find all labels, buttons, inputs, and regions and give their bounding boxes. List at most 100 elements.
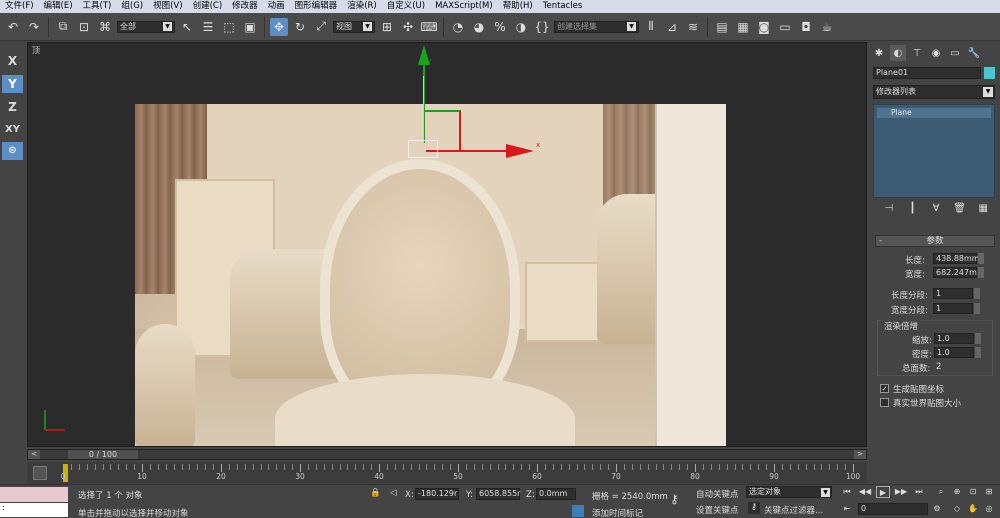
move-gizmo-x-arrow-icon[interactable] xyxy=(506,144,534,158)
zoom-extents-all-icon[interactable]: ⊞ xyxy=(982,486,996,498)
key-filters-button[interactable]: 关键点过滤器... xyxy=(764,504,823,516)
redo-icon[interactable]: ↷ xyxy=(25,18,43,36)
width-segs-field[interactable]: 1 xyxy=(933,303,973,314)
width-spinner[interactable] xyxy=(978,267,984,278)
absolute-mode-icon[interactable]: ◁ xyxy=(390,488,397,498)
track-ruler[interactable]: 0 10 20 30 40 50 60 70 80 90 100 xyxy=(61,462,863,484)
menu-views[interactable]: 视图(V) xyxy=(148,0,187,13)
width-field[interactable]: 682.247m xyxy=(933,267,977,278)
length-field[interactable]: 438.88mm xyxy=(933,253,980,264)
move-gizmo-x-axis[interactable] xyxy=(426,150,510,152)
hierarchy-tab-icon[interactable]: ⊤ xyxy=(909,45,925,61)
menu-rendering[interactable]: 渲染(R) xyxy=(342,0,382,13)
axis-xy-button[interactable]: XY xyxy=(2,121,23,139)
select-manipulate-icon[interactable]: ✣ xyxy=(399,18,417,36)
field-of-view-icon[interactable]: ◇ xyxy=(950,503,964,515)
time-slider-prev-button[interactable]: < xyxy=(28,450,40,459)
current-frame-field[interactable]: 0 xyxy=(858,503,928,515)
gen-mapping-checkbox[interactable]: ✓ xyxy=(880,384,889,393)
axis-y-button[interactable]: Y xyxy=(2,75,23,93)
menu-animation[interactable]: 动画 xyxy=(263,0,290,13)
utilities-tab-icon[interactable]: 🔧 xyxy=(966,45,982,61)
align-icon[interactable]: ⊿ xyxy=(663,18,681,36)
menu-graph-editors[interactable]: 图形编辑器 xyxy=(290,0,343,13)
go-to-end-icon[interactable]: ⏭ xyxy=(912,486,926,498)
curve-editor-icon[interactable]: ▤ xyxy=(713,18,731,36)
auto-key-button[interactable]: 自动关键点 xyxy=(696,488,739,500)
object-color-swatch[interactable] xyxy=(984,67,995,79)
bind-spacewarp-icon[interactable]: ⌘ xyxy=(96,18,114,36)
next-frame-icon[interactable]: ▶▶ xyxy=(894,486,908,498)
time-slider[interactable]: < 0 / 100 > xyxy=(27,449,867,460)
schematic-view-icon[interactable]: ▦ xyxy=(734,18,752,36)
display-tab-icon[interactable]: ▭ xyxy=(947,45,963,61)
menu-modifiers[interactable]: 修改器 xyxy=(227,0,263,13)
set-keys-icon[interactable]: ⚷ xyxy=(748,502,760,514)
show-end-result-icon[interactable]: ┃ xyxy=(905,202,919,216)
spinner-snap-icon[interactable]: ◑ xyxy=(512,18,530,36)
menu-tools[interactable]: 工具(T) xyxy=(78,0,117,13)
real-world-checkbox[interactable] xyxy=(880,398,889,407)
gizmo-center-box[interactable] xyxy=(408,140,438,158)
modify-tab-icon[interactable]: ◐ xyxy=(890,45,906,61)
named-selection-sets-dropdown[interactable]: 创建选择集 ▼ xyxy=(554,20,639,33)
edit-named-sets-icon[interactable]: {} xyxy=(533,18,551,36)
reference-coord-dropdown[interactable]: 视图 ▼ xyxy=(333,20,375,33)
axis-x-button[interactable]: X xyxy=(2,52,23,70)
zoom-icon[interactable]: ⌕ xyxy=(934,486,948,498)
length-segs-spinner[interactable] xyxy=(974,288,980,299)
menu-customize[interactable]: 自定义(U) xyxy=(382,0,430,13)
zoom-all-icon[interactable]: ⊕ xyxy=(950,486,964,498)
lock-selection-icon[interactable]: 🔒 xyxy=(370,488,381,498)
menu-help[interactable]: 帮助(H) xyxy=(498,0,538,13)
snap-magnet-icon[interactable]: ⊙ xyxy=(2,142,23,160)
stack-item-plane[interactable]: Plane xyxy=(877,108,991,118)
select-scale-icon[interactable]: ⤢ xyxy=(312,18,330,36)
set-key-button[interactable]: 设置关键点 xyxy=(696,504,739,516)
rendered-frame-icon[interactable]: ◘ xyxy=(797,18,815,36)
go-to-start-icon[interactable]: ⏮ xyxy=(840,486,854,498)
viewport-label[interactable]: 顶 xyxy=(32,45,40,56)
length-segs-field[interactable]: 1 xyxy=(933,288,973,299)
play-icon[interactable]: ▶ xyxy=(876,486,890,498)
maxscript-listener-input[interactable] xyxy=(0,487,68,502)
prev-frame-icon[interactable]: ◀◀ xyxy=(858,486,872,498)
key-mode-toggle-icon[interactable]: ⇤ xyxy=(840,503,854,515)
select-move-icon[interactable]: ✥ xyxy=(270,17,288,36)
scale-field[interactable]: 1.0 xyxy=(934,333,974,344)
select-rotate-icon[interactable]: ↻ xyxy=(291,18,309,36)
motion-tab-icon[interactable]: ◉ xyxy=(928,45,944,61)
undo-icon[interactable]: ↶ xyxy=(4,18,22,36)
open-mini-curve-editor-icon[interactable] xyxy=(33,466,47,480)
configure-sets-icon[interactable]: ▦ xyxy=(976,202,990,216)
axis-z-button[interactable]: Z xyxy=(2,98,23,116)
snap-toggle-icon[interactable]: ◔ xyxy=(449,18,467,36)
density-field[interactable]: 1.0 xyxy=(934,347,974,358)
y-coord-field[interactable]: 6058.855r xyxy=(476,488,520,500)
menu-file[interactable]: 文件(F) xyxy=(0,0,39,13)
make-unique-icon[interactable]: ∀ xyxy=(929,202,943,216)
link-icon[interactable]: ⧉ xyxy=(54,18,72,36)
time-config-icon[interactable]: ⚙ xyxy=(930,503,944,515)
track-bar[interactable]: 0 10 20 30 40 50 60 70 80 90 100 xyxy=(27,462,867,484)
length-spinner[interactable] xyxy=(978,253,984,264)
modifier-list-dropdown[interactable]: 修改器列表 ▼ xyxy=(873,85,995,99)
maxscript-output[interactable]: : xyxy=(0,503,68,517)
select-by-name-icon[interactable]: ☰ xyxy=(199,18,217,36)
percent-snap-icon[interactable]: % xyxy=(491,18,509,36)
density-spinner[interactable] xyxy=(975,347,981,358)
zoom-extents-icon[interactable]: ⊡ xyxy=(966,486,980,498)
key-mode-dropdown[interactable]: 选定对象 ▼ xyxy=(746,486,832,498)
remove-modifier-icon[interactable]: 🗑 xyxy=(953,202,967,216)
scale-spinner[interactable] xyxy=(975,333,981,344)
selection-filter-dropdown[interactable]: 全部 ▼ xyxy=(117,20,175,33)
modifier-stack[interactable]: Plane xyxy=(873,104,995,198)
width-segs-spinner[interactable] xyxy=(974,303,980,314)
x-coord-field[interactable]: -180.129r xyxy=(415,488,459,500)
menu-create[interactable]: 创建(C) xyxy=(188,0,228,13)
add-time-tag-icon[interactable] xyxy=(572,505,584,517)
pan-icon[interactable]: ✋ xyxy=(966,503,980,515)
create-tab-icon[interactable]: ✱ xyxy=(871,45,887,61)
window-crossing-icon[interactable]: ▣ xyxy=(241,18,259,36)
object-name-field[interactable]: Plane01 xyxy=(873,67,981,79)
